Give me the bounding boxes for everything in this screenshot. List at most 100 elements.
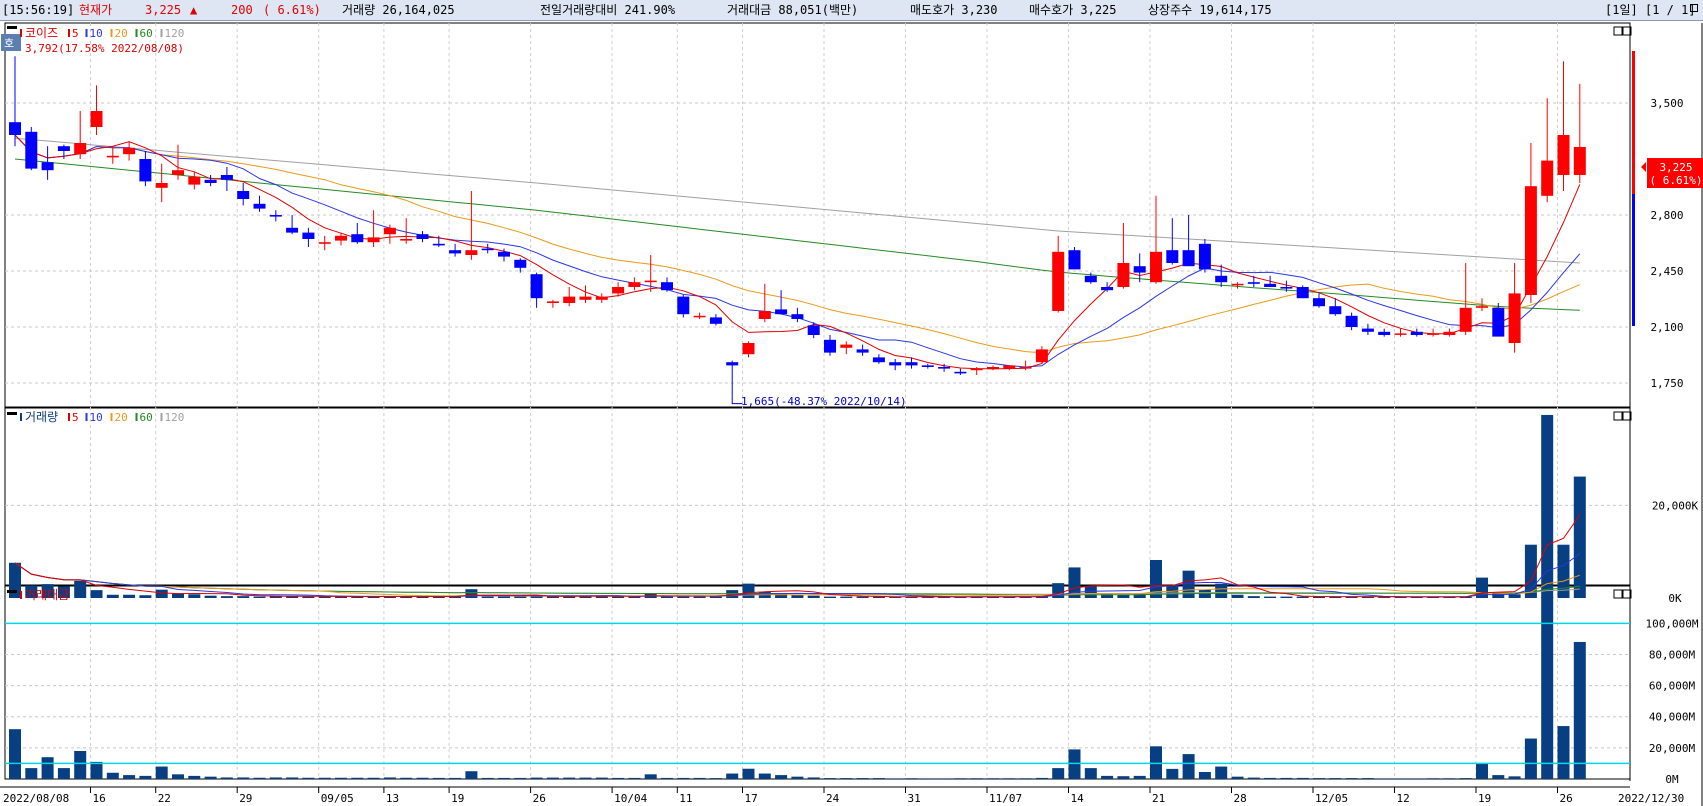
volume-bar (1117, 594, 1130, 598)
candle-up (335, 235, 347, 241)
turnover-bar (546, 777, 559, 779)
candle-down (1361, 328, 1374, 332)
volume-bar (693, 596, 706, 598)
legend-swatch (135, 29, 138, 37)
legend-label: 20 (115, 27, 128, 40)
x-tick-label: 10/04 (614, 792, 647, 805)
turnover-bar (351, 777, 364, 779)
x-tick-label: 2022/12/30 (1618, 792, 1684, 805)
candle-up (693, 315, 706, 318)
turnover-bar (416, 777, 429, 779)
candle-down (856, 349, 869, 353)
candle-up (1524, 186, 1537, 295)
turnover-bar (481, 777, 494, 779)
page-indicator: [1 / 1] (1645, 3, 1696, 17)
legend-swatch (68, 413, 70, 421)
candle-down (1247, 282, 1260, 284)
turnover-panel-handle-icon[interactable] (7, 590, 17, 593)
quote-header-bar: [15:56:19] 현재가 3,225 ▲ 200 ( 6.61%) 거래량 … (0, 0, 1703, 21)
turnover-bar (1524, 738, 1537, 779)
legend-label: 60 (140, 27, 153, 40)
volume-bar (155, 589, 168, 598)
candle-down (25, 131, 38, 169)
volume-bar (1215, 583, 1228, 598)
x-tick-label: 11/07 (989, 792, 1022, 805)
candle-down (938, 367, 951, 369)
turnover-bar (1345, 778, 1358, 779)
candle-down (775, 309, 788, 315)
candle-down (1296, 287, 1309, 299)
candle-down (661, 282, 673, 291)
candle-up (1443, 331, 1456, 335)
x-tick-label: 14 (1071, 792, 1085, 805)
candle-down (921, 365, 934, 367)
candle-down (791, 314, 804, 319)
candle-up (318, 242, 331, 244)
volume-bar (139, 595, 152, 598)
turnover-bar (1280, 777, 1293, 779)
turnover-bar (1573, 641, 1586, 779)
turnover-bar (1003, 778, 1016, 779)
turnover-bar (400, 777, 413, 779)
candle-up (155, 183, 168, 188)
candle-down (1215, 275, 1228, 283)
turnover-bar (1035, 777, 1048, 779)
legend-swatch (85, 29, 88, 37)
badge-label: 호 (4, 37, 14, 50)
turnover-bar (970, 778, 983, 779)
price-range-bar-up (1632, 51, 1635, 194)
y-axis-area (1630, 23, 1703, 779)
turnover-bar (139, 775, 152, 779)
turnover-bar (1508, 776, 1521, 779)
turnover-bar (498, 777, 510, 779)
candle-down (726, 362, 739, 366)
turnover-bar (807, 777, 820, 779)
candle-down (1313, 298, 1325, 307)
stock-chart[interactable]: 3,500 2,800 2,450 2,100 1,750 2022/08/08 16 22 2… (0, 21, 1703, 806)
candle-down (889, 362, 902, 366)
turnover-bar (872, 778, 885, 779)
turnover-bar (220, 777, 233, 779)
price-panel-title: 코이즈 (25, 26, 58, 40)
candle-down (1345, 315, 1358, 327)
turnover-bar (921, 778, 934, 779)
period-selector[interactable]: [1일] (1605, 3, 1638, 17)
candle-up (1003, 365, 1016, 369)
legend-label: 10 (90, 411, 103, 424)
turnover-panel-frame (4, 585, 1631, 780)
turnover-bar (1150, 746, 1162, 779)
candle-up (742, 343, 755, 355)
legend-swatch (135, 413, 138, 421)
current-price-tag-value: 3,225 (1659, 161, 1692, 174)
volume-panel-handle-icon[interactable] (7, 412, 17, 415)
turnover-bar (1198, 771, 1211, 779)
volume-tick-label: 20,000K (1652, 499, 1699, 512)
turnover-bar (775, 775, 788, 779)
candle-down (1166, 250, 1179, 263)
turnover-bar (1166, 768, 1179, 779)
turnover-bar (1394, 778, 1407, 779)
turnover-bar (172, 774, 184, 779)
candle-up (840, 344, 853, 348)
turnover-bar (1361, 778, 1374, 779)
candle-up (1508, 293, 1521, 343)
candle-down (351, 234, 364, 243)
turnover-bar (1541, 596, 1554, 779)
volume-bar (1280, 596, 1293, 598)
header-time: [15:56:19] (2, 3, 75, 17)
turnover-bar (579, 777, 592, 779)
volume-bar (1264, 596, 1277, 598)
volume-bar (612, 596, 625, 598)
panel-handle-icon[interactable] (7, 26, 17, 29)
candle-up (612, 287, 625, 294)
volume-bar (807, 595, 820, 598)
maximize-icon[interactable] (1690, 4, 1698, 12)
candle-up (579, 296, 592, 300)
candle-down (253, 203, 266, 209)
turnover-bar (1052, 768, 1065, 779)
turnover-bar (677, 777, 690, 779)
volume-bar (824, 596, 836, 598)
turnover-bar (367, 777, 380, 779)
volume-bar (74, 580, 87, 598)
candle-down (905, 362, 918, 366)
